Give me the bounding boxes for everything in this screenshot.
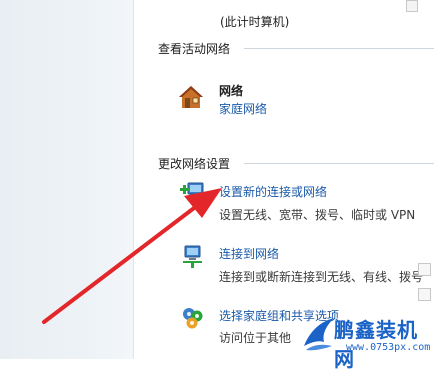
- watermark-url: www.0753px.com: [346, 342, 431, 353]
- watermark-logo-icon: [304, 318, 334, 351]
- red-annotation-arrow-icon: [42, 188, 222, 324]
- watermark: 鹏鑫装机网 www.0753px.com: [302, 312, 435, 371]
